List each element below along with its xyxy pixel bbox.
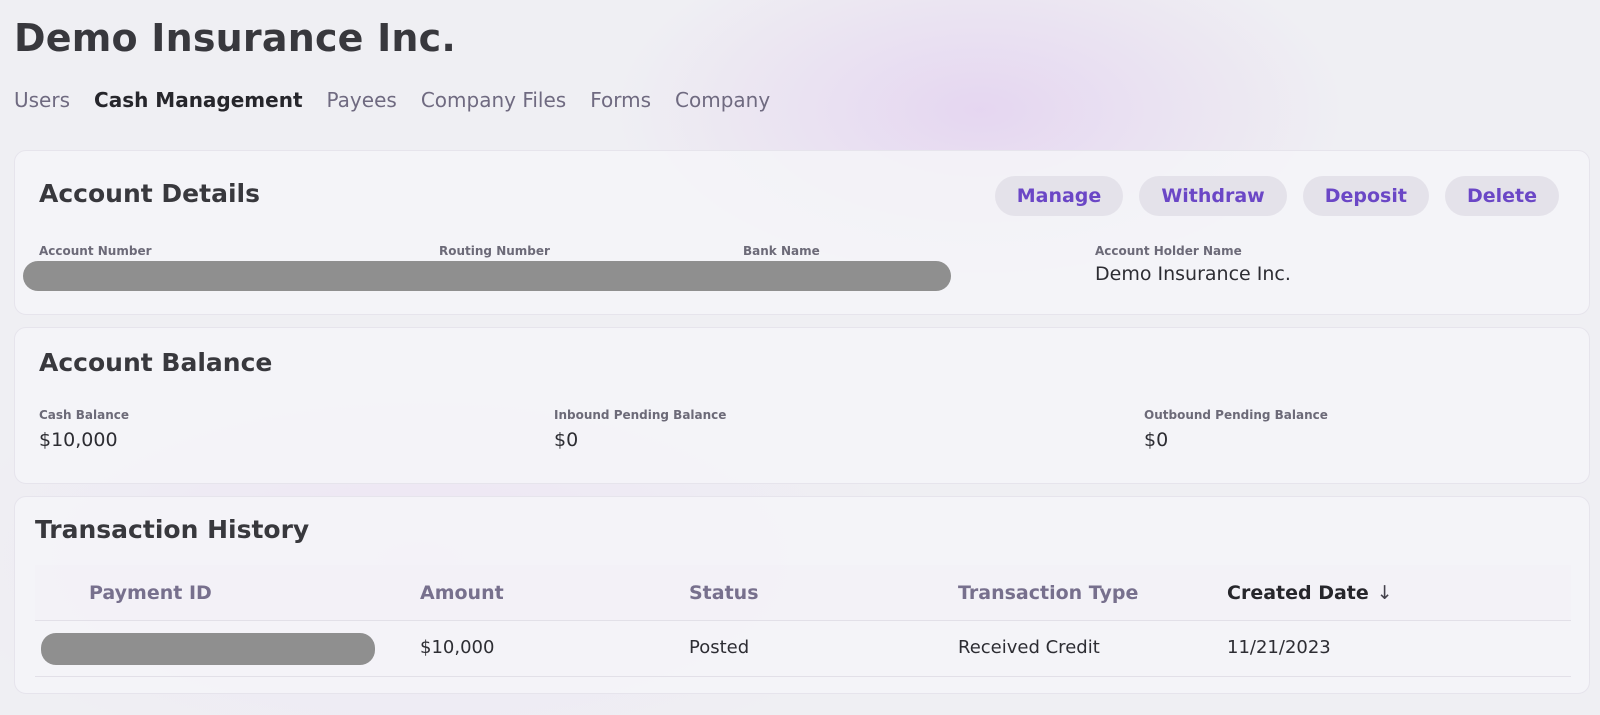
account-number-label: Account Number — [39, 244, 152, 258]
cash-balance-label: Cash Balance — [39, 408, 130, 422]
bank-name-label: Bank Name — [743, 244, 820, 258]
inbound-pending-value: $0 — [554, 429, 579, 451]
account-balance-title: Account Balance — [39, 348, 273, 377]
column-status[interactable]: Status — [689, 582, 759, 604]
deposit-button[interactable]: Deposit — [1302, 176, 1429, 216]
cell-status: Posted — [689, 637, 750, 658]
account-actions: Manage Withdraw Deposit Delete — [994, 176, 1559, 216]
routing-number-label: Routing Number — [439, 244, 550, 258]
table-row[interactable]: $10,000 Posted Received Credit 11/21/202… — [35, 621, 1571, 677]
column-amount[interactable]: Amount — [420, 582, 504, 604]
transaction-history-card: Transaction History Payment ID Amount St… — [14, 496, 1590, 694]
redacted-payment-id — [41, 633, 375, 665]
account-details-card: Account Details Manage Withdraw Deposit … — [14, 150, 1590, 315]
top-nav: Users Cash Management Payees Company Fil… — [14, 88, 770, 112]
manage-button[interactable]: Manage — [994, 176, 1124, 216]
tab-payees[interactable]: Payees — [327, 88, 397, 112]
cell-amount: $10,000 — [420, 637, 495, 658]
tab-forms[interactable]: Forms — [590, 88, 651, 112]
column-payment-id[interactable]: Payment ID — [89, 582, 212, 604]
transaction-history-title: Transaction History — [35, 515, 310, 544]
account-details-title: Account Details — [39, 179, 260, 208]
account-balance-card: Account Balance Cash Balance $10,000 Inb… — [14, 327, 1590, 484]
redacted-account-info — [23, 261, 951, 291]
page-title: Demo Insurance Inc. — [14, 16, 457, 60]
arrow-down-icon[interactable]: ↓ — [1377, 582, 1393, 604]
tab-company[interactable]: Company — [675, 88, 770, 112]
column-created-date-label: Created Date — [1227, 582, 1369, 604]
cell-transaction-type: Received Credit — [958, 637, 1100, 658]
tab-users[interactable]: Users — [14, 88, 70, 112]
cash-balance-value: $10,000 — [39, 429, 118, 451]
tab-company-files[interactable]: Company Files — [421, 88, 566, 112]
account-holder-name-value: Demo Insurance Inc. — [1095, 263, 1291, 285]
column-created-date[interactable]: Created Date ↓ — [1227, 582, 1393, 604]
withdraw-button[interactable]: Withdraw — [1139, 176, 1287, 216]
outbound-pending-label: Outbound Pending Balance — [1144, 408, 1328, 422]
delete-button[interactable]: Delete — [1444, 176, 1559, 216]
account-holder-name-label: Account Holder Name — [1095, 244, 1242, 258]
tab-cash-management[interactable]: Cash Management — [94, 88, 303, 112]
column-transaction-type[interactable]: Transaction Type — [958, 582, 1138, 604]
inbound-pending-label: Inbound Pending Balance — [554, 408, 727, 422]
outbound-pending-value: $0 — [1144, 429, 1169, 451]
cell-created-date: 11/21/2023 — [1227, 637, 1331, 658]
table-header: Payment ID Amount Status Transaction Typ… — [35, 565, 1571, 621]
